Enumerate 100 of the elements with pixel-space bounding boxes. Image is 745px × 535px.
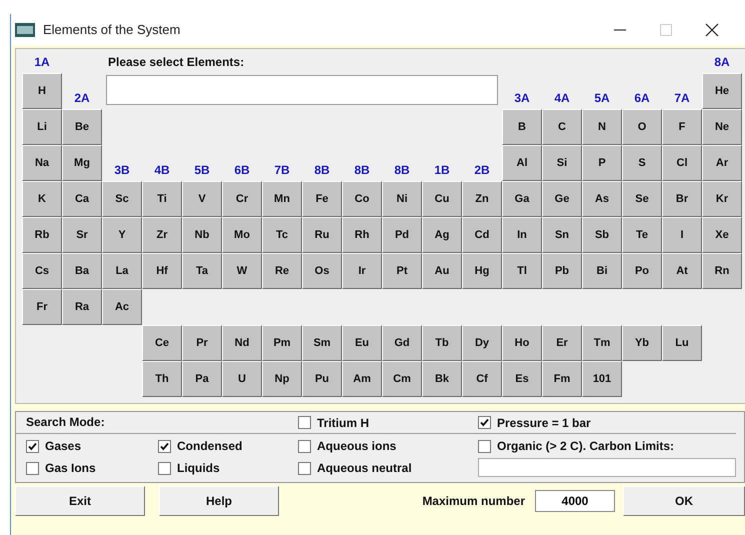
element-button[interactable]: Ga [502, 181, 542, 217]
element-button[interactable]: Lu [662, 325, 702, 361]
element-button[interactable]: Sm [302, 325, 342, 361]
element-button[interactable]: I [662, 217, 702, 253]
element-button[interactable]: Na [22, 145, 62, 181]
element-button[interactable]: La [102, 253, 142, 289]
element-button[interactable]: 101 [582, 361, 622, 397]
element-button[interactable]: Os [302, 253, 342, 289]
element-button[interactable]: K [22, 181, 62, 217]
element-button[interactable]: Ni [382, 181, 422, 217]
element-button[interactable]: Pt [382, 253, 422, 289]
element-button[interactable]: Tb [422, 325, 462, 361]
help-button[interactable]: Help [159, 486, 279, 516]
element-button[interactable]: Al [502, 145, 542, 181]
checkbox[interactable] [298, 416, 311, 429]
element-button[interactable]: Mg [62, 145, 102, 181]
close-icon[interactable] [705, 22, 719, 36]
element-button[interactable]: C [542, 109, 582, 145]
exit-button[interactable]: Exit [15, 486, 145, 516]
element-button[interactable]: Cr [222, 181, 262, 217]
element-button[interactable]: Cf [462, 361, 502, 397]
element-button[interactable]: Y [102, 217, 142, 253]
element-button[interactable]: Pa [182, 361, 222, 397]
element-button[interactable]: Ho [502, 325, 542, 361]
element-button[interactable]: Nb [182, 217, 222, 253]
element-button[interactable]: Eu [342, 325, 382, 361]
elements-input-field[interactable] [106, 75, 498, 105]
element-button[interactable]: Hg [462, 253, 502, 289]
element-button[interactable]: Be [62, 109, 102, 145]
element-button[interactable]: Nd [222, 325, 262, 361]
element-button[interactable]: Es [502, 361, 542, 397]
element-button[interactable]: S [622, 145, 662, 181]
element-button[interactable]: Po [622, 253, 662, 289]
checkbox[interactable] [158, 440, 171, 452]
element-button[interactable]: Np [262, 361, 302, 397]
element-button[interactable]: Ir [342, 253, 382, 289]
element-button[interactable]: Pm [262, 325, 302, 361]
element-button[interactable]: Fm [542, 361, 582, 397]
element-button[interactable]: Dy [462, 325, 502, 361]
element-button[interactable]: Ge [542, 181, 582, 217]
element-button[interactable]: Yb [622, 325, 662, 361]
element-button[interactable]: Kr [702, 181, 742, 217]
element-button[interactable]: He [702, 73, 742, 109]
element-button[interactable]: Er [542, 325, 582, 361]
element-button[interactable]: H [22, 73, 62, 109]
element-button[interactable]: Ac [102, 289, 142, 325]
element-button[interactable]: Rh [342, 217, 382, 253]
element-button[interactable]: Ne [702, 109, 742, 145]
element-button[interactable]: Ta [182, 253, 222, 289]
element-button[interactable]: Ca [62, 181, 102, 217]
element-button[interactable]: U [222, 361, 262, 397]
element-button[interactable]: Gd [382, 325, 422, 361]
element-button[interactable]: Mn [262, 181, 302, 217]
element-button[interactable]: N [582, 109, 622, 145]
element-button[interactable]: F [662, 109, 702, 145]
ok-button[interactable]: OK [623, 486, 745, 516]
element-button[interactable]: Ti [142, 181, 182, 217]
element-button[interactable]: Zn [462, 181, 502, 217]
element-button[interactable]: Cm [382, 361, 422, 397]
element-button[interactable]: Cl [662, 145, 702, 181]
element-button[interactable]: O [622, 109, 662, 145]
element-button[interactable]: Fe [302, 181, 342, 217]
element-button[interactable]: Cd [462, 217, 502, 253]
element-button[interactable]: Re [262, 253, 302, 289]
element-button[interactable]: Zr [142, 217, 182, 253]
element-button[interactable]: Tc [262, 217, 302, 253]
element-button[interactable]: B [502, 109, 542, 145]
element-button[interactable]: Br [662, 181, 702, 217]
element-button[interactable]: Rn [702, 253, 742, 289]
element-button[interactable]: Sc [102, 181, 142, 217]
checkbox[interactable] [298, 462, 311, 474]
element-button[interactable]: Ar [702, 145, 742, 181]
element-button[interactable]: Ce [142, 325, 182, 361]
element-button[interactable]: Th [142, 361, 182, 397]
element-button[interactable]: Bi [582, 253, 622, 289]
element-button[interactable]: Pu [302, 361, 342, 397]
element-button[interactable]: Ra [62, 289, 102, 325]
element-button[interactable]: As [582, 181, 622, 217]
element-button[interactable]: In [502, 217, 542, 253]
checkbox[interactable] [478, 440, 491, 452]
element-button[interactable]: Tm [582, 325, 622, 361]
checkbox[interactable] [26, 462, 39, 474]
element-button[interactable]: At [662, 253, 702, 289]
element-button[interactable]: Sn [542, 217, 582, 253]
element-button[interactable]: Cs [22, 253, 62, 289]
element-button[interactable]: Pd [382, 217, 422, 253]
checkbox[interactable] [26, 440, 39, 452]
element-button[interactable]: Pr [182, 325, 222, 361]
element-button[interactable]: Fr [22, 289, 62, 325]
element-button[interactable]: Co [342, 181, 382, 217]
element-button[interactable]: Pb [542, 253, 582, 289]
element-button[interactable]: V [182, 181, 222, 217]
element-button[interactable]: Am [342, 361, 382, 397]
element-button[interactable]: Li [22, 109, 62, 145]
element-button[interactable]: Te [622, 217, 662, 253]
element-button[interactable]: Hf [142, 253, 182, 289]
element-button[interactable]: Se [622, 181, 662, 217]
element-button[interactable]: Mo [222, 217, 262, 253]
element-button[interactable]: Si [542, 145, 582, 181]
element-button[interactable]: Ag [422, 217, 462, 253]
